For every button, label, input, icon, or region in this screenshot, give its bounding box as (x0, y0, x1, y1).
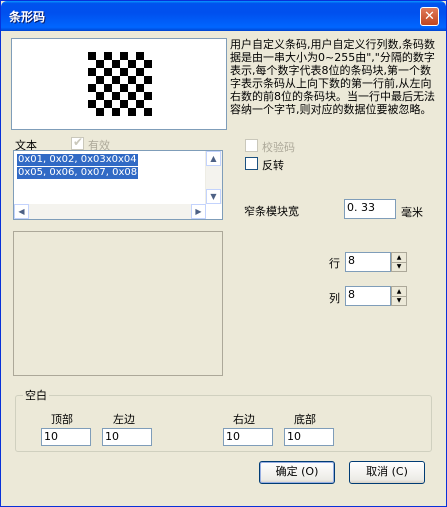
barcode-module (88, 84, 96, 92)
margin-left-input[interactable]: 10 (102, 428, 152, 446)
barcode-module (128, 76, 136, 84)
rows-spinner[interactable]: ▲ ▼ (391, 252, 407, 272)
scroll-down-button[interactable]: ▼ (206, 189, 221, 204)
barcode-text-area[interactable]: 0x01, 0x02, 0x03x0x04 0x05, 0x06, 0x07, … (13, 150, 223, 220)
cols-label: 列 (329, 292, 340, 305)
rows-input[interactable]: 8 (345, 252, 391, 272)
barcode-module (96, 76, 104, 84)
valid-checkbox: ✔ (71, 135, 84, 150)
barcode-module (144, 60, 152, 68)
scroll-left-button[interactable]: ◀ (14, 204, 29, 219)
barcode-module (96, 92, 104, 100)
barcode-module (112, 76, 120, 84)
barcode-module (88, 100, 96, 108)
checksum-label: 校验码 (262, 141, 295, 154)
barcode-module (104, 100, 112, 108)
barcode-module (88, 68, 96, 76)
barcode-dialog: 条形码 ✕ 用户自定义条码,用户自定义行列数,条码数据是由一串大小为0~255由… (0, 0, 447, 507)
ok-button[interactable]: 确定 (O) (259, 461, 335, 484)
barcode-module (112, 92, 120, 100)
margin-top-input[interactable]: 10 (41, 428, 91, 446)
margin-left-label: 左边 (113, 413, 135, 426)
barcode-module (104, 68, 112, 76)
barcode-module (112, 108, 120, 116)
barcode-module (136, 68, 144, 76)
barcode-module (128, 108, 136, 116)
barcode-matrix-image (88, 52, 152, 116)
barcode-module (112, 60, 120, 68)
margin-bottom-input[interactable]: 10 (284, 428, 334, 446)
description-text: 用户自定义条码,用户自定义行列数,条码数据是由一串大小为0~255由","分隔的… (230, 38, 435, 116)
narrow-width-unit: 毫米 (401, 206, 423, 219)
scroll-right-button[interactable]: ▶ (191, 204, 206, 219)
barcode-module (128, 92, 136, 100)
down-arrow-icon: ▼ (210, 192, 217, 201)
checksum-checkbox (245, 139, 258, 152)
narrow-width-label: 窄条模块宽 (244, 205, 299, 218)
barcode-module (144, 92, 152, 100)
up-arrow-icon: ▲ (210, 154, 217, 163)
margin-right-label: 右边 (233, 413, 255, 426)
barcode-module (144, 76, 152, 84)
reverse-label: 反转 (262, 159, 284, 172)
barcode-preview (11, 38, 227, 130)
check-icon: ✔ (73, 135, 84, 149)
barcode-module (120, 52, 128, 60)
title-bar[interactable]: 条形码 ✕ (1, 1, 446, 31)
barcode-module (136, 100, 144, 108)
reverse-checkbox[interactable] (245, 157, 258, 170)
left-arrow-icon: ◀ (18, 207, 25, 216)
window-title: 条形码 (9, 10, 46, 24)
cancel-button[interactable]: 取消 (C) (349, 461, 425, 484)
barcode-module (144, 108, 152, 116)
right-arrow-icon: ▶ (195, 207, 202, 216)
margin-right-input[interactable]: 10 (223, 428, 273, 446)
margin-bottom-label: 底部 (294, 413, 316, 426)
barcode-module (104, 52, 112, 60)
image-frame (13, 231, 223, 376)
text-line: 0x05, 0x06, 0x07, 0x08 (17, 167, 139, 179)
scroll-up-button[interactable]: ▲ (206, 151, 221, 166)
barcode-module (96, 108, 104, 116)
barcode-module (136, 84, 144, 92)
barcode-module (136, 52, 144, 60)
down-arrow-icon[interactable]: ▼ (392, 262, 406, 271)
margin-group-title: 空白 (23, 387, 49, 403)
horizontal-scrollbar[interactable]: ◀ ▶ (14, 204, 206, 219)
down-arrow-icon[interactable]: ▼ (392, 296, 406, 305)
margin-top-label: 顶部 (51, 413, 73, 426)
barcode-module (88, 52, 96, 60)
close-button[interactable]: ✕ (420, 7, 439, 26)
vertical-scrollbar[interactable]: ▲ ▼ (205, 151, 222, 204)
cols-input[interactable]: 8 (345, 286, 391, 306)
barcode-module (104, 84, 112, 92)
barcode-module (120, 84, 128, 92)
text-line: 0x01, 0x02, 0x03x0x04 (17, 154, 138, 166)
barcode-module (120, 68, 128, 76)
barcode-module (120, 100, 128, 108)
rows-label: 行 (329, 257, 340, 270)
barcode-module (128, 60, 136, 68)
narrow-width-input[interactable]: 0. 33 (344, 199, 396, 219)
cols-spinner[interactable]: ▲ ▼ (391, 286, 407, 306)
barcode-module (96, 60, 104, 68)
